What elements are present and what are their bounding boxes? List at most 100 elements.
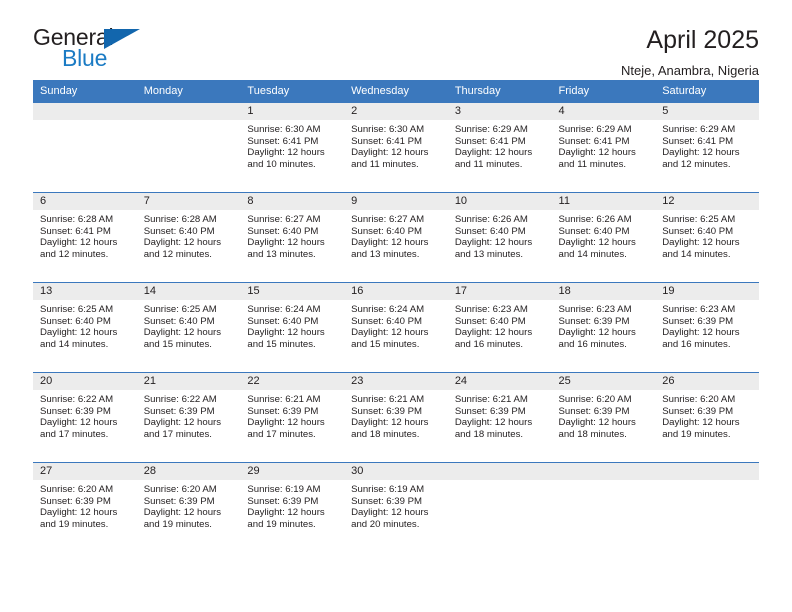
day-cell[interactable]: 12 Sunrise: 6:25 AM Sunset: 6:40 PM Dayligh… <box>655 193 759 282</box>
daylight-text-line1: Daylight: 12 hours <box>351 327 429 339</box>
daylight-text-line2: and 13 minutes. <box>351 248 420 260</box>
day-cell[interactable]: 24 Sunrise: 6:21 AM Sunset: 6:39 PM Dayligh… <box>447 373 552 462</box>
calendar-cell: 23 Sunrise: 6:21 AM Sunset: 6:39 PM Dayligh… <box>344 372 448 463</box>
day-number: 19 <box>655 283 759 300</box>
day-sun-info: Sunrise: 6:19 AM Sunset: 6:39 PM Daylight:… <box>240 480 344 530</box>
sunrise-text: Sunrise: 6:23 AM <box>454 304 528 315</box>
calendar-cell: 28 Sunrise: 6:20 AM Sunset: 6:39 PM Dayligh… <box>136 462 241 552</box>
day-cell[interactable]: 8 Sunrise: 6:27 AM Sunset: 6:40 PM Daylight… <box>240 193 345 282</box>
sunrise-text: Sunrise: 6:21 AM <box>454 394 528 405</box>
day-number: 11 <box>551 193 656 210</box>
daylight-text-line2: and 11 minutes. <box>351 158 419 170</box>
day-cell[interactable]: 30 Sunrise: 6:19 AM Sunset: 6:39 PM Dayligh… <box>344 463 448 552</box>
daylight-text-line2: and 11 minutes. <box>558 158 627 170</box>
sunset-text: Sunset: 6:41 PM <box>351 135 423 147</box>
sunrise-text: Sunrise: 6:20 AM <box>558 394 632 405</box>
calendar-cell: 12 Sunrise: 6:25 AM Sunset: 6:40 PM Dayligh… <box>655 192 759 283</box>
daylight-text-line2: and 15 minutes. <box>247 338 316 350</box>
day-cell[interactable]: 11 Sunrise: 6:26 AM Sunset: 6:40 PM Dayligh… <box>551 193 656 282</box>
calendar-page: General Blue April 2025 Nteje, Anambra, … <box>0 0 792 612</box>
day-cell[interactable]: 6 Sunrise: 6:28 AM Sunset: 6:41 PM Daylight… <box>33 193 137 282</box>
day-sun-info: Sunrise: 6:24 AM Sunset: 6:40 PM Daylight:… <box>240 300 344 350</box>
sunrise-text: Sunrise: 6:29 AM <box>454 124 528 135</box>
daylight-text-line2: and 17 minutes. <box>40 428 109 440</box>
weekday-header-saturday: Saturday <box>655 80 759 103</box>
day-sun-info: Sunrise: 6:29 AM Sunset: 6:41 PM Daylight:… <box>448 120 552 170</box>
sunset-text: Sunset: 6:40 PM <box>351 315 423 327</box>
day-cell[interactable]: 5 Sunrise: 6:29 AM Sunset: 6:41 PM Daylight… <box>655 103 759 192</box>
calendar-week-row: 27 Sunrise: 6:20 AM Sunset: 6:39 PM Dayligh… <box>33 462 759 552</box>
day-cell[interactable]: 20 Sunrise: 6:22 AM Sunset: 6:39 PM Dayligh… <box>33 373 137 462</box>
calendar-cell: 10 Sunrise: 6:26 AM Sunset: 6:40 PM Dayligh… <box>447 192 552 283</box>
daylight-text-line1: Daylight: 12 hours <box>40 237 118 249</box>
sunset-text: Sunset: 6:41 PM <box>662 135 734 147</box>
sunrise-text: Sunrise: 6:19 AM <box>247 484 321 495</box>
daylight-text-line1: Daylight: 12 hours <box>662 327 740 339</box>
day-cell[interactable]: 14 Sunrise: 6:25 AM Sunset: 6:40 PM Dayligh… <box>136 283 241 372</box>
calendar-cell: 14 Sunrise: 6:25 AM Sunset: 6:40 PM Dayligh… <box>136 282 241 373</box>
day-cell[interactable]: 3 Sunrise: 6:29 AM Sunset: 6:41 PM Daylight… <box>447 103 552 192</box>
day-sun-info: Sunrise: 6:20 AM Sunset: 6:39 PM Daylight:… <box>137 480 241 530</box>
day-cell[interactable]: 26 Sunrise: 6:20 AM Sunset: 6:39 PM Dayligh… <box>655 373 759 462</box>
day-cell[interactable]: 17 Sunrise: 6:23 AM Sunset: 6:40 PM Dayligh… <box>447 283 552 372</box>
sunrise-text: Sunrise: 6:26 AM <box>558 214 632 225</box>
day-number: 26 <box>655 373 759 390</box>
weekday-header-thursday: Thursday <box>447 80 552 103</box>
day-cell[interactable]: 18 Sunrise: 6:23 AM Sunset: 6:39 PM Dayligh… <box>551 283 656 372</box>
daylight-text-line2: and 17 minutes. <box>247 428 316 440</box>
day-number: 8 <box>240 193 345 210</box>
day-cell[interactable]: 15 Sunrise: 6:24 AM Sunset: 6:40 PM Dayligh… <box>240 283 345 372</box>
sunset-text: Sunset: 6:40 PM <box>40 315 111 327</box>
day-cell[interactable]: 27 Sunrise: 6:20 AM Sunset: 6:39 PM Dayligh… <box>33 463 137 552</box>
daylight-text-line1: Daylight: 12 hours <box>143 417 222 429</box>
day-cell[interactable]: 13 Sunrise: 6:25 AM Sunset: 6:40 PM Dayligh… <box>33 283 137 372</box>
day-cell[interactable]: 21 Sunrise: 6:22 AM Sunset: 6:39 PM Dayligh… <box>136 373 241 462</box>
day-sun-info: Sunrise: 6:22 AM Sunset: 6:39 PM Daylight:… <box>137 390 241 440</box>
sunset-text: Sunset: 6:39 PM <box>143 405 215 417</box>
day-cell[interactable]: 1 Sunrise: 6:30 AM Sunset: 6:41 PM Daylight… <box>240 103 345 192</box>
day-number: 5 <box>655 103 759 120</box>
daylight-text-line1: Daylight: 12 hours <box>40 507 118 519</box>
day-cell[interactable]: 2 Sunrise: 6:30 AM Sunset: 6:41 PM Daylight… <box>344 103 448 192</box>
sunrise-text: Sunrise: 6:30 AM <box>351 124 425 135</box>
calendar-cell: 9 Sunrise: 6:27 AM Sunset: 6:40 PM Daylight… <box>344 192 448 283</box>
calendar-cell: 18 Sunrise: 6:23 AM Sunset: 6:39 PM Dayligh… <box>551 282 656 373</box>
daylight-text-line1: Daylight: 12 hours <box>351 507 429 519</box>
sunrise-text: Sunrise: 6:23 AM <box>558 304 632 315</box>
day-cell[interactable]: 4 Sunrise: 6:29 AM Sunset: 6:41 PM Daylight… <box>551 103 656 192</box>
sunrise-text: Sunrise: 6:21 AM <box>351 394 425 405</box>
generalblue-logo[interactable]: General Blue <box>33 26 145 74</box>
daylight-text-line1: Daylight: 12 hours <box>558 147 636 159</box>
day-number: 28 <box>136 463 241 480</box>
day-sun-info: Sunrise: 6:20 AM Sunset: 6:39 PM Daylight:… <box>33 480 137 530</box>
sunrise-text: Sunrise: 6:23 AM <box>662 304 736 315</box>
day-cell[interactable]: 16 Sunrise: 6:24 AM Sunset: 6:40 PM Dayligh… <box>344 283 448 372</box>
day-cell[interactable]: 10 Sunrise: 6:26 AM Sunset: 6:40 PM Dayligh… <box>447 193 552 282</box>
day-cell[interactable]: 28 Sunrise: 6:20 AM Sunset: 6:39 PM Dayligh… <box>136 463 241 552</box>
calendar-header-row: Sunday Monday Tuesday Wednesday Thursday… <box>33 80 759 103</box>
day-cell[interactable]: 22 Sunrise: 6:21 AM Sunset: 6:39 PM Dayligh… <box>240 373 345 462</box>
location-subtitle: Nteje, Anambra, Nigeria <box>620 63 759 78</box>
sunset-text: Sunset: 6:39 PM <box>351 405 423 417</box>
day-cell[interactable]: 25 Sunrise: 6:20 AM Sunset: 6:39 PM Dayligh… <box>551 373 656 462</box>
daylight-text-line1: Daylight: 12 hours <box>351 147 429 159</box>
day-number: 15 <box>240 283 345 300</box>
day-cell[interactable]: 19 Sunrise: 6:23 AM Sunset: 6:39 PM Dayligh… <box>655 283 759 372</box>
daylight-text-line1: Daylight: 12 hours <box>454 327 533 339</box>
day-sun-info: Sunrise: 6:27 AM Sunset: 6:40 PM Daylight:… <box>344 210 448 260</box>
calendar-cell: 15 Sunrise: 6:24 AM Sunset: 6:40 PM Dayligh… <box>240 282 345 373</box>
weekday-header-tuesday: Tuesday <box>240 80 345 103</box>
sunrise-text: Sunrise: 6:20 AM <box>662 394 736 405</box>
daylight-text-line2: and 14 minutes. <box>558 248 627 260</box>
day-sun-info: Sunrise: 6:25 AM Sunset: 6:40 PM Daylight:… <box>33 300 137 350</box>
page-header: General Blue April 2025 Nteje, Anambra, … <box>33 0 759 79</box>
day-cell[interactable]: 7 Sunrise: 6:28 AM Sunset: 6:40 PM Daylight… <box>136 193 241 282</box>
daylight-text-line2: and 19 minutes. <box>247 518 316 530</box>
day-cell[interactable]: 9 Sunrise: 6:27 AM Sunset: 6:40 PM Daylight… <box>344 193 448 282</box>
day-cell[interactable]: 29 Sunrise: 6:19 AM Sunset: 6:39 PM Dayligh… <box>240 463 345 552</box>
calendar-cell: 20 Sunrise: 6:22 AM Sunset: 6:39 PM Dayligh… <box>33 372 137 463</box>
day-sun-info: Sunrise: 6:20 AM Sunset: 6:39 PM Daylight:… <box>655 390 759 440</box>
day-cell[interactable]: 23 Sunrise: 6:21 AM Sunset: 6:39 PM Dayligh… <box>344 373 448 462</box>
daylight-text-line2: and 20 minutes. <box>351 518 420 530</box>
daylight-text-line2: and 18 minutes. <box>454 428 524 440</box>
